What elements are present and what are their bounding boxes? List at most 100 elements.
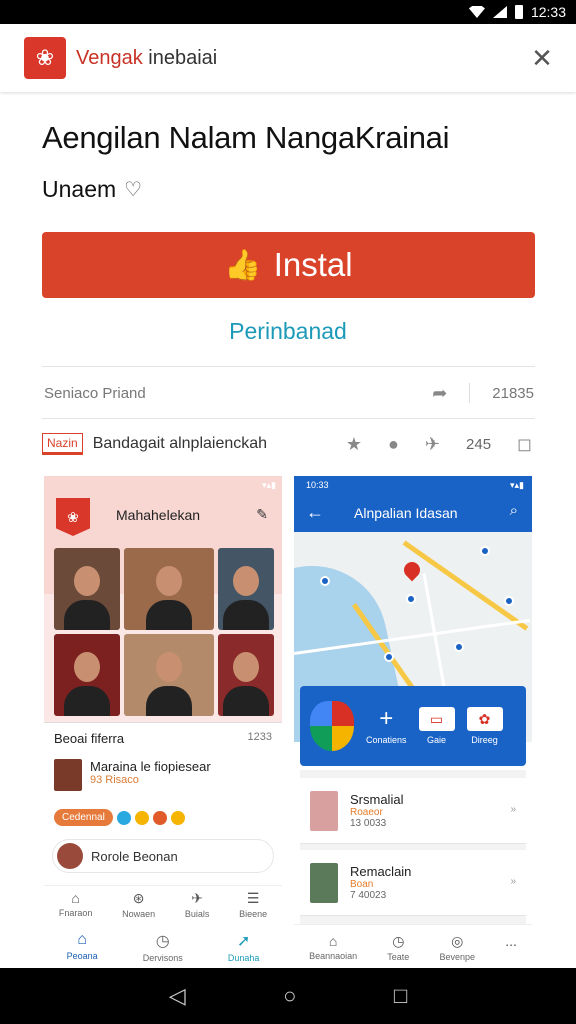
nav-label: Bieene — [239, 909, 268, 919]
map-action-panel: + Conatiens ▭ Gaie ✿ Direeg — [300, 686, 526, 766]
item-title: Maraina le fiopiesear — [90, 759, 211, 774]
map-marker-icon — [480, 546, 490, 556]
map-header: 10:33 ▾▴▮ ← Alnpalian Idasan ⌕ — [294, 476, 532, 532]
share-icon[interactable]: ➦ — [432, 383, 447, 404]
clock-icon: ◷ — [392, 933, 405, 949]
briefcase-icon: ▭ — [418, 707, 455, 731]
map-pin-icon — [400, 558, 424, 582]
place-thumbnail — [310, 790, 338, 831]
place-meta: 13 0033 — [350, 818, 387, 829]
place-title: Srsmalial — [350, 792, 404, 807]
map-marker-icon — [504, 596, 514, 606]
close-icon[interactable]: ✕ — [530, 45, 554, 71]
target-icon: ◎ — [451, 933, 464, 949]
back-arrow-icon: ← — [306, 502, 324, 522]
mini-nav-top: ⌂ Fnaraon ⊛ Nowaen ✈ Buials ☰ Bieene — [44, 885, 282, 921]
reaction-row: Cedennal — [54, 809, 185, 826]
nav-label: Buials — [184, 909, 210, 919]
wishlist-heart-icon[interactable]: ♡ — [124, 177, 142, 202]
place-title: Remaclain — [350, 864, 412, 879]
chat-icon[interactable]: ● — [388, 434, 399, 455]
home-circle-icon[interactable]: ○ — [283, 983, 296, 1009]
arrow-icon: ➚ — [236, 933, 251, 950]
map-marker-icon — [384, 652, 394, 662]
install-label: Instal — [273, 246, 353, 283]
clock-icon: ◷ — [155, 933, 170, 950]
panel-label: Conatiens — [366, 735, 407, 745]
reaction-icon — [116, 810, 131, 825]
nav-label: Dervisons — [142, 953, 183, 963]
home-icon: ⌂ — [71, 890, 80, 906]
map-nav: ⌂ Beannaoian ◷ Teate ◎ Bevenpe ... — [294, 924, 532, 968]
place-thumbnail — [310, 862, 338, 903]
place-card: Srsmalial Roaeor 13 0033 » — [300, 778, 526, 844]
install-button[interactable]: 👍 Instal — [42, 232, 535, 298]
divider — [42, 418, 535, 419]
meta-right: 21835 — [492, 384, 534, 402]
recents-icon[interactable]: □ — [394, 983, 407, 1009]
thumbs-up-icon: 👍 — [224, 248, 262, 282]
panel-label: Gaie — [427, 735, 447, 745]
map-marker-icon — [454, 642, 464, 652]
app-developer: Unaem ♡ — [42, 176, 142, 203]
place-card: Remaclain Boan 7 40023 » — [300, 850, 526, 916]
bell-icon[interactable]: ◻ — [517, 434, 532, 455]
more-icon: » — [510, 804, 516, 815]
nav-label: Bevenpe — [439, 952, 476, 962]
panel-label: Direeg — [471, 735, 498, 745]
comment-box: Rorole Beonan — [52, 839, 274, 873]
status-bar: 12:33 — [0, 0, 576, 24]
edit-icon: ✎ — [256, 506, 268, 522]
pill-badge: Cedennal — [54, 809, 113, 826]
road — [402, 540, 529, 631]
more-icon: » — [510, 876, 516, 887]
nav-label: Beannaoian — [309, 951, 358, 961]
list-item: Maraina le fiopiesear 93 Risaco — [54, 759, 272, 795]
mini-card: Beoai fiferra 1233 Maraina le fiopiesear … — [44, 722, 282, 968]
photo — [124, 634, 214, 716]
plus-icon: + — [379, 705, 394, 732]
mini-card-time: 1233 — [247, 731, 272, 743]
mini-nav-bottom: ⌂ Peoana ◷ Dervisons ➚ Dunaha — [44, 927, 282, 967]
photo — [218, 634, 274, 716]
reaction-icon — [152, 810, 167, 825]
photo-grid — [54, 548, 276, 718]
mini-card-header: Beoai fiferra — [54, 731, 125, 746]
divider — [469, 383, 471, 403]
divider — [42, 366, 535, 367]
plane-icon[interactable]: ✈ — [425, 434, 440, 455]
mini-status: ▾▴▮ — [262, 480, 276, 490]
item-sub: 93 Risaco — [90, 774, 139, 786]
panel-button: ▭ Gaie — [418, 707, 455, 745]
battery-icon — [514, 5, 523, 19]
place-sub: Roaeor — [350, 807, 383, 818]
comment-text: Rorole Beonan — [91, 848, 178, 864]
photo — [54, 548, 120, 630]
screenshot-right[interactable]: 10:33 ▾▴▮ ← Alnpalian Idasan ⌕ + Conatien… — [294, 476, 532, 968]
mini-status-time: 10:33 — [306, 480, 329, 490]
map-marker-icon — [406, 594, 416, 604]
photo — [218, 548, 274, 630]
star-icon[interactable]: ★ — [346, 434, 362, 455]
mini-logo-icon: ❀ — [56, 498, 90, 536]
panel-button: + Conatiens — [366, 705, 407, 746]
back-icon[interactable]: ◁ — [169, 983, 186, 1009]
wifi-icon — [468, 6, 485, 18]
nav-label: Peoana — [66, 951, 98, 961]
nav-label: Fnaraon — [58, 908, 93, 918]
more-dots-icon: ... — [505, 933, 517, 949]
screenshot-left[interactable]: ▾▴▮ ❀ Mahahelekan ✎ Beoai fiferra 1233 Ma… — [44, 476, 282, 968]
brand-logo-icon: ❀ — [24, 37, 66, 79]
signal-icon — [492, 6, 507, 18]
secondary-link[interactable]: Perinbanad — [0, 318, 576, 345]
home-icon: ⌂ — [328, 933, 338, 949]
photo — [124, 548, 214, 630]
nav-label: Dunaha — [227, 953, 260, 963]
system-nav-bar: ◁ ○ □ — [0, 968, 576, 1024]
nav-label: Teate — [387, 952, 410, 962]
brand-name: Vengak inebaiai — [76, 46, 218, 69]
gift-icon: ✿ — [466, 707, 503, 731]
app-title: Aengilan Nalam NangaKrainai — [42, 120, 450, 155]
developer-name[interactable]: Unaem — [42, 176, 116, 203]
avatar — [54, 759, 82, 791]
